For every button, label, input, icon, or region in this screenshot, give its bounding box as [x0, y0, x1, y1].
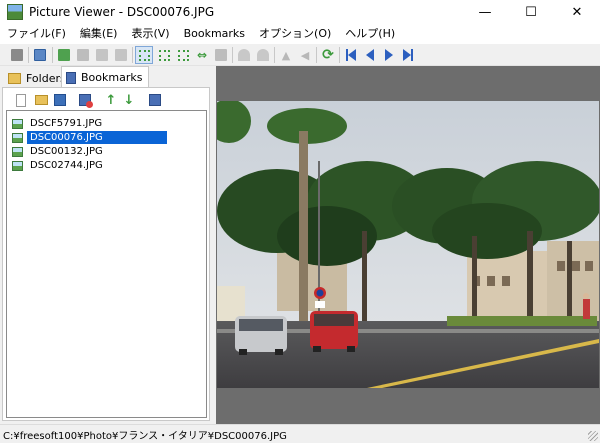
- maximize-button[interactable]: ☐: [508, 0, 554, 24]
- list-item-label: DSC02744.JPG: [30, 160, 103, 171]
- delete-icon[interactable]: [112, 46, 130, 64]
- photo-street-scene: [217, 101, 599, 388]
- menu-options[interactable]: オプション(O): [252, 24, 338, 44]
- first-image-icon[interactable]: [342, 46, 360, 64]
- save-icon[interactable]: [52, 92, 68, 108]
- menu-view[interactable]: 表示(V): [124, 24, 176, 44]
- menu-bookmarks[interactable]: Bookmarks: [177, 24, 252, 44]
- menu-edit[interactable]: 編集(E): [73, 24, 125, 44]
- tab-folders-label: Folders: [26, 71, 66, 85]
- list-item-label: DSC00132.JPG: [30, 146, 103, 157]
- app-icon: [7, 4, 23, 20]
- toolbar-separator: [132, 47, 133, 63]
- menu-help[interactable]: ヘルプ(H): [338, 24, 402, 44]
- list-item[interactable]: DSCF5791.JPG: [12, 117, 105, 130]
- window-controls: — ☐ ✕: [462, 0, 600, 24]
- paste-icon[interactable]: [74, 46, 92, 64]
- rotate-left-icon[interactable]: [235, 46, 253, 64]
- menu-bar: ファイル(F) 編集(E) 表示(V) Bookmarks オプション(O) ヘ…: [0, 24, 600, 44]
- bookmarks-list[interactable]: DSCF5791.JPG DSC00076.JPG DSC00132.JPG D…: [6, 110, 207, 418]
- move-up-icon[interactable]: ↑: [103, 92, 119, 108]
- list-item-label: DSCF5791.JPG: [30, 118, 103, 129]
- toolbar-separator: [232, 47, 233, 63]
- rotate-right-icon[interactable]: [254, 46, 272, 64]
- print-icon[interactable]: [8, 46, 26, 64]
- status-file-path: C:¥freesoft100¥Photo¥フランス・イタリア¥DSC00076.…: [3, 430, 287, 442]
- flip-vertical-icon[interactable]: ▲: [277, 46, 295, 64]
- main-toolbar: ⇔ ▲ ◀ ⟳: [0, 44, 600, 66]
- fit-height-icon[interactable]: [174, 46, 192, 64]
- fit-width-icon[interactable]: [155, 46, 173, 64]
- previous-image-icon[interactable]: [361, 46, 379, 64]
- list-item[interactable]: DSC02744.JPG: [12, 159, 106, 172]
- thumbnail-view-icon[interactable]: [31, 46, 49, 64]
- refresh-icon[interactable]: ⟳: [319, 46, 337, 64]
- new-list-icon[interactable]: [13, 92, 29, 108]
- list-item[interactable]: DSC00132.JPG: [12, 145, 106, 158]
- actual-size-icon[interactable]: ⇔: [193, 46, 211, 64]
- image-file-icon: [12, 118, 23, 129]
- delete-bookmark-icon[interactable]: [77, 92, 93, 108]
- stretch-horizontal-icon[interactable]: [212, 46, 230, 64]
- copy-icon[interactable]: [55, 46, 73, 64]
- left-panel: Folders Bookmarks ↑ ↓ DSCF5791.JPG DSC00…: [0, 66, 212, 424]
- last-image-icon[interactable]: [399, 46, 417, 64]
- image-file-icon: [12, 146, 23, 157]
- resize-grip-icon[interactable]: [588, 431, 598, 441]
- toolbar-separator: [274, 47, 275, 63]
- minimize-button[interactable]: —: [462, 0, 508, 24]
- move-icon[interactable]: [93, 46, 111, 64]
- image-viewer[interactable]: [216, 66, 600, 424]
- bookmarks-pane: ↑ ↓ DSCF5791.JPG DSC00076.JPG DSC00132.J…: [2, 87, 210, 421]
- open-folder-icon[interactable]: [33, 92, 49, 108]
- list-item-selected[interactable]: DSC00076.JPG: [12, 131, 167, 144]
- bookmark-settings-icon[interactable]: [147, 92, 163, 108]
- folder-icon: [8, 72, 21, 84]
- toolbar-separator: [52, 47, 53, 63]
- toolbar-separator: [316, 47, 317, 63]
- move-down-icon[interactable]: ↓: [121, 92, 137, 108]
- bookmark-book-icon: [66, 71, 76, 84]
- image-file-icon: [12, 132, 23, 143]
- image-file-icon: [12, 160, 23, 171]
- displayed-photo: [217, 101, 599, 388]
- bookmarks-toolbar: ↑ ↓: [7, 90, 207, 110]
- tab-bookmarks[interactable]: Bookmarks: [61, 66, 150, 88]
- status-bar: C:¥freesoft100¥Photo¥フランス・イタリア¥DSC00076.…: [0, 424, 600, 443]
- toolbar-separator: [339, 47, 340, 63]
- next-image-icon[interactable]: [380, 46, 398, 64]
- flip-horizontal-icon[interactable]: ◀: [296, 46, 314, 64]
- title-bar: Picture Viewer - DSC00076.JPG — ☐ ✕: [0, 0, 600, 24]
- close-button[interactable]: ✕: [554, 0, 600, 24]
- list-item-label: DSC00076.JPG: [27, 131, 167, 144]
- menu-file[interactable]: ファイル(F): [0, 24, 73, 44]
- fit-window-icon[interactable]: [135, 46, 153, 64]
- window-title: Picture Viewer - DSC00076.JPG: [29, 5, 215, 19]
- tab-bookmarks-label: Bookmarks: [81, 71, 143, 84]
- toolbar-separator: [28, 47, 29, 63]
